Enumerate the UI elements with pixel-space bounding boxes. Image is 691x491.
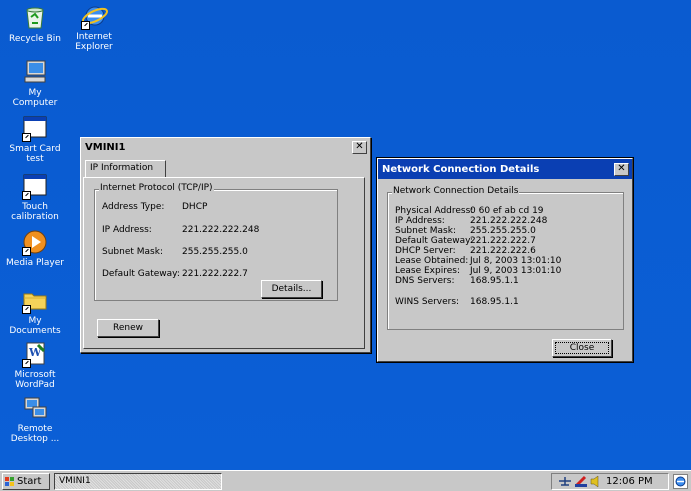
close-button[interactable]: Close: [552, 339, 612, 357]
ip-address-value: 221.222.222.248: [470, 216, 548, 226]
details-button[interactable]: Details...: [261, 280, 322, 298]
desktop-icon-remote-desktop[interactable]: Remote Desktop ...: [0, 394, 70, 444]
pen-icon[interactable]: [574, 475, 588, 488]
desktop-icon-label: calibration: [11, 212, 59, 222]
desktop-icon-label: My: [28, 316, 42, 326]
taskbar-button-label: VMINI1: [59, 476, 91, 486]
clock[interactable]: 12:06 PM: [606, 474, 653, 489]
physical-address-label: Physical Address:: [395, 206, 474, 216]
shortcut-arrow-icon: [81, 21, 90, 30]
desktop-icon-smart-card-test[interactable]: Smart Card test: [0, 114, 70, 164]
tab-panel: Internet Protocol (TCP/IP) Address Type:…: [83, 177, 365, 349]
desktop-icon-label: test: [26, 154, 44, 164]
desktop-icon-label: Microsoft: [14, 370, 56, 380]
tcpip-group: Internet Protocol (TCP/IP) Address Type:…: [94, 183, 338, 301]
network-icon[interactable]: [558, 476, 572, 487]
desktop-icon-label: Computer: [12, 98, 58, 108]
default-gateway-label: Default Gateway:: [395, 236, 473, 246]
desktop-icon-microsoft-wordpad[interactable]: W Microsoft WordPad: [0, 340, 70, 390]
tab-label: IP Information: [90, 163, 154, 173]
application-window-icon: [21, 114, 49, 142]
desktop-icon-label: Media Player: [6, 258, 64, 268]
wins-servers-label: WINS Servers:: [395, 297, 460, 307]
ip-address-label: IP Address:: [102, 225, 152, 235]
address-type-value: DHCP: [182, 202, 208, 212]
renew-button[interactable]: Renew: [97, 319, 159, 337]
desktop-icon-touch-calibration[interactable]: Touch calibration: [0, 172, 70, 222]
desktop-icon-my-computer[interactable]: My Computer: [0, 58, 70, 108]
desktop-icon-label: WordPad: [15, 380, 55, 390]
shortcut-arrow-icon: [22, 305, 31, 314]
details-group: Network Connection Details Physical Addr…: [387, 186, 624, 330]
subnet-mask-value: 255.255.255.0: [182, 247, 248, 257]
desktop-icon-internet-explorer[interactable]: Internet Explorer: [59, 2, 129, 52]
lease-obtained-label: Lease Obtained:: [395, 256, 469, 266]
dhcp-server-label: DHCP Server:: [395, 246, 456, 256]
desktop-icon-label: My: [28, 88, 42, 98]
desktop-icon-label: Documents: [9, 326, 61, 336]
window-title: VMINI1: [85, 141, 126, 153]
system-tray: 12:06 PM: [551, 473, 669, 490]
recycle-bin-icon: [21, 4, 49, 32]
internet-explorer-icon: [80, 2, 108, 30]
media-player-icon: [21, 228, 49, 256]
desktop-icon-label: Explorer: [75, 42, 113, 52]
group-title: Network Connection Details: [392, 186, 520, 196]
address-type-label: Address Type:: [102, 202, 165, 212]
ip-address-value: 221.222.222.248: [182, 225, 260, 235]
desktop-icon-label: Desktop ...: [10, 434, 60, 444]
close-icon[interactable]: ✕: [614, 162, 629, 176]
lease-obtained-value: Jul 8, 2003 13:01:10: [470, 256, 562, 266]
wordpad-icon: W: [21, 340, 49, 368]
subnet-mask-value: 255.255.255.0: [470, 226, 536, 236]
group-title: Internet Protocol (TCP/IP): [99, 183, 214, 193]
dns-servers-value: 168.95.1.1: [470, 276, 519, 286]
vmini-title-bar[interactable]: VMINI1 ✕: [81, 138, 370, 156]
window-title: Network Connection Details: [382, 163, 540, 175]
shortcut-arrow-icon: [22, 247, 31, 256]
my-computer-icon: [21, 58, 49, 86]
volume-icon[interactable]: [590, 475, 600, 488]
remote-desktop-icon: [21, 394, 49, 422]
physical-address-value: 0 60 ef ab cd 19: [470, 206, 544, 216]
dns-servers-label: DNS Servers:: [395, 276, 455, 286]
close-icon[interactable]: ✕: [352, 140, 367, 154]
lease-expires-label: Lease Expires:: [395, 266, 460, 276]
shortcut-arrow-icon: [22, 359, 31, 368]
desktop: Recycle Bin Internet Explorer My Compute…: [0, 0, 691, 470]
default-gateway-label: Default Gateway:: [102, 269, 180, 279]
desktop-icon-label: Remote: [17, 424, 53, 434]
default-gateway-value: 221.222.222.7: [470, 236, 536, 246]
shortcut-arrow-icon: [22, 191, 31, 200]
default-gateway-value: 221.222.222.7: [182, 269, 248, 279]
show-desktop-icon[interactable]: [673, 474, 688, 489]
taskbar: Start VMINI1 12:06 PM: [0, 470, 691, 491]
subnet-mask-label: Subnet Mask:: [102, 247, 163, 257]
folder-icon: [21, 286, 49, 314]
desktop-icon-label: Smart Card: [9, 144, 61, 154]
taskbar-button-vmini1[interactable]: VMINI1: [54, 473, 222, 490]
desktop-icon-label: Touch: [22, 202, 48, 212]
desktop-icon-media-player[interactable]: Media Player: [0, 228, 70, 268]
ip-address-label: IP Address:: [395, 216, 445, 226]
desktop-icon-label: Internet: [76, 32, 112, 42]
vmini-window: VMINI1 ✕ IP Information Internet Protoco…: [80, 137, 371, 353]
wins-servers-value: 168.95.1.1: [470, 297, 519, 307]
windows-flag-icon: [5, 477, 14, 486]
desktop-icon-my-documents[interactable]: My Documents: [0, 286, 70, 336]
shortcut-arrow-icon: [22, 133, 31, 142]
tab-ip-information[interactable]: IP Information: [85, 160, 166, 177]
details-title-bar[interactable]: Network Connection Details ✕: [378, 159, 632, 179]
start-label: Start: [17, 476, 42, 487]
lease-expires-value: Jul 9, 2003 13:01:10: [470, 266, 562, 276]
application-window-icon: [21, 172, 49, 200]
dhcp-server-value: 221.222.222.6: [470, 246, 536, 256]
start-button[interactable]: Start: [2, 473, 50, 490]
subnet-mask-label: Subnet Mask:: [395, 226, 456, 236]
network-details-window: Network Connection Details ✕ Network Con…: [377, 158, 633, 362]
